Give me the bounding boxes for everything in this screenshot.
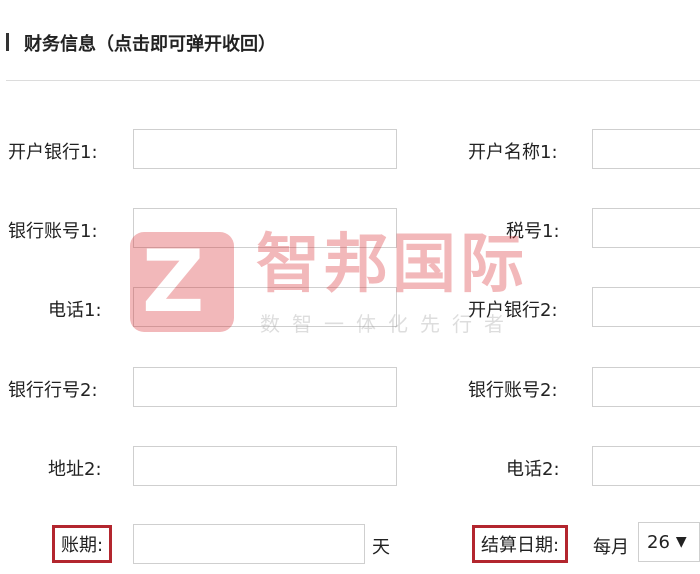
bank-name-2-label: 开户银行2:	[468, 300, 558, 321]
section-divider	[6, 80, 700, 81]
bank-account-2-input[interactable]	[592, 367, 700, 407]
phone-1-input[interactable]	[133, 287, 397, 327]
settlement-day-select[interactable]: 26 ▼	[638, 522, 700, 562]
bank-name-2-input[interactable]	[592, 287, 700, 327]
section-title[interactable]: 财务信息（点击即可弹开收回）	[24, 30, 276, 56]
settlement-day-value: 26	[647, 531, 670, 553]
bank-account-2-label: 银行账号2:	[468, 380, 558, 401]
bank-name-1-label: 开户银行1:	[8, 142, 98, 163]
account-name-1-label: 开户名称1:	[468, 142, 558, 163]
tax-id-1-label: 税号1:	[506, 221, 560, 242]
settlement-date-prefix: 每月	[593, 537, 629, 558]
address-2-label: 地址2:	[48, 459, 102, 480]
phone-2-input[interactable]	[592, 446, 700, 486]
bank-name-1-input[interactable]	[133, 129, 397, 169]
account-period-unit: 天	[372, 537, 390, 558]
section-accent-bar	[6, 33, 9, 51]
phone-2-label: 电话2:	[506, 459, 560, 480]
account-period-label: 账期:	[52, 525, 113, 563]
tax-id-1-input[interactable]	[592, 208, 700, 248]
phone-1-label: 电话1:	[48, 300, 102, 321]
bank-account-1-input[interactable]	[133, 208, 397, 248]
address-2-input[interactable]	[133, 446, 397, 486]
account-name-1-input[interactable]	[592, 129, 700, 169]
bank-code-2-input[interactable]	[133, 367, 397, 407]
bank-code-2-label: 银行行号2:	[8, 380, 98, 401]
chevron-down-icon: ▼	[675, 534, 687, 550]
financial-info-section-header[interactable]: 财务信息（点击即可弹开收回）	[0, 24, 700, 56]
bank-account-1-label: 银行账号1:	[8, 221, 98, 242]
settlement-date-label: 结算日期:	[472, 525, 569, 563]
account-period-input[interactable]	[133, 524, 365, 564]
